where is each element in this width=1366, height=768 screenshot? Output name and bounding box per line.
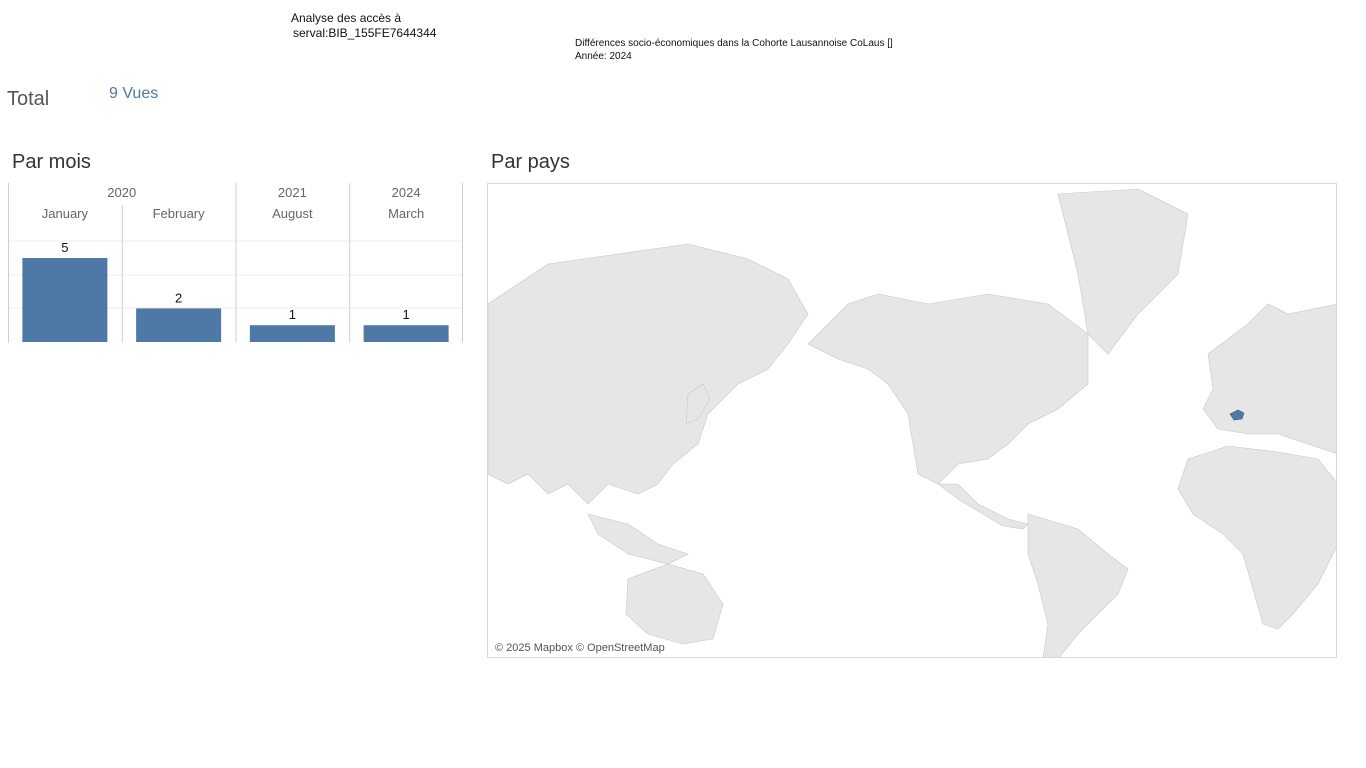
bar-february bbox=[136, 308, 222, 342]
month-label-january: January bbox=[42, 206, 89, 221]
bar-value-label: 5 bbox=[61, 240, 68, 255]
page-title-line1: Analyse des accès à bbox=[291, 11, 402, 25]
bar-august bbox=[249, 325, 335, 342]
bar-january bbox=[22, 258, 108, 342]
map-land-africa bbox=[1177, 445, 1336, 630]
map-land-europe bbox=[1202, 303, 1336, 454]
bar-value-label: 2 bbox=[175, 290, 182, 305]
map-land-australia bbox=[625, 563, 724, 645]
page-subtitle: Différences socio-économiques dans la Co… bbox=[575, 37, 893, 63]
world-map-svg bbox=[488, 188, 1336, 657]
by-country-title: Par pays bbox=[491, 151, 570, 173]
page-title-line2: serval:BIB_155FE7644344 bbox=[293, 26, 437, 40]
page-subtitle-line2: Année: 2024 bbox=[575, 51, 632, 62]
month-label-august: August bbox=[272, 206, 313, 221]
map-land-north-america bbox=[807, 293, 1089, 485]
monthly-bar-chart-svg: 2020 January 5 February 2 2021 August 1 2024 Marc… bbox=[8, 183, 463, 343]
map-land-central-america bbox=[937, 483, 1029, 530]
month-label-february: February bbox=[153, 206, 206, 221]
year-label-2021: 2021 bbox=[278, 185, 307, 200]
month-label-march: March bbox=[388, 206, 424, 221]
monthly-bar-chart: 2020 January 5 February 2 2021 August 1 2024 Marc… bbox=[8, 183, 463, 343]
page-title: Analyse des accès à serval:BIB_155FE7644… bbox=[291, 11, 436, 41]
total-label: Total bbox=[7, 88, 50, 110]
map-land-asia bbox=[488, 243, 809, 505]
year-label-2020: 2020 bbox=[107, 185, 136, 200]
total-views-value[interactable]: 9 Vues bbox=[109, 85, 158, 103]
by-month-title: Par mois bbox=[12, 151, 91, 173]
country-map[interactable]: © 2025 Mapbox © OpenStreetMap bbox=[487, 183, 1337, 658]
page-subtitle-line1: Différences socio-économiques dans la Co… bbox=[575, 38, 893, 49]
map-land-indonesia bbox=[587, 513, 689, 565]
map-credit: © 2025 Mapbox © OpenStreetMap bbox=[495, 642, 665, 654]
map-land-south-america bbox=[1027, 513, 1129, 657]
bar-march bbox=[363, 325, 449, 342]
year-label-2024: 2024 bbox=[392, 185, 421, 200]
bar-value-label: 1 bbox=[403, 307, 410, 322]
bar-value-label: 1 bbox=[289, 307, 296, 322]
